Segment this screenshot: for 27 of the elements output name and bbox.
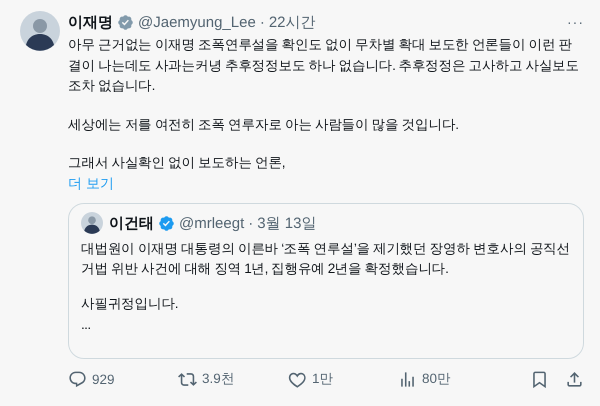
share-icon[interactable]: [565, 370, 584, 388]
author-handle[interactable]: @mrleegt: [179, 214, 244, 232]
more-options-icon[interactable]: ···: [567, 14, 584, 30]
heart-icon[interactable]: [288, 370, 307, 388]
author-name[interactable]: 이재명: [68, 12, 113, 32]
author-handle[interactable]: @Jaemyung_Lee: [138, 14, 256, 30]
bookmark-icon[interactable]: [530, 370, 549, 388]
separator-dot: ·: [260, 14, 265, 30]
avatar-silhouette[interactable]: [20, 11, 60, 51]
action-count: 1만: [312, 370, 334, 388]
action-count: 3.9천: [202, 370, 235, 388]
post-text: 세상에는 저를 여전히 조폭 연루자로 아는 사람들이 많을 것입니다.: [68, 116, 460, 134]
bar-chart-icon[interactable]: [398, 370, 417, 388]
post-time[interactable]: 3월 13일: [257, 214, 316, 232]
post-text: 그래서 사실확인 없이 보도하는 언론,: [68, 154, 286, 172]
action-count: 80만: [422, 370, 452, 388]
quoted-text: ...: [81, 316, 92, 334]
quoted-text: 사필귀정입니다.: [81, 294, 179, 312]
author-name[interactable]: 이건태: [109, 214, 154, 232]
quoted-post-card[interactable]: 이건태 @mrleegt · 3월 13일 대법원이 이재명 대통령의 이른바 ‘조폭 연루설’을 제기했던 장영하 변호사의 공직선거법 위반 사건에 대해 징역 1년, 집행유예 2년을 확정했습니다. 사필귀정입니다. ...: [68, 202, 584, 358]
reply-icon[interactable]: [68, 370, 87, 388]
quoted-text: 대법원이 이재명 대통령의 이른바 ‘조폭 연루설’을 제기했던 장영하 변호사의 공직선거법 위반 사건에 대해 징역 1년, 집행유예 2년을 확정했습니다.: [81, 240, 571, 278]
avatar-silhouette[interactable]: [81, 212, 103, 234]
action-count: 929: [92, 372, 115, 386]
separator-dot: ·: [248, 214, 254, 232]
post-time[interactable]: 22시간: [268, 12, 316, 32]
post-text: 아무 근거없는 이재명 조폭연루설을 확인도 없이 무차별 확대 보도한 언론들이 이런 판결이 나는데도 사과는커녕 추후정정보도 하나 없습니다. 추후정정은 고사하고 사실보도조차 없습니다.: [68, 36, 580, 95]
